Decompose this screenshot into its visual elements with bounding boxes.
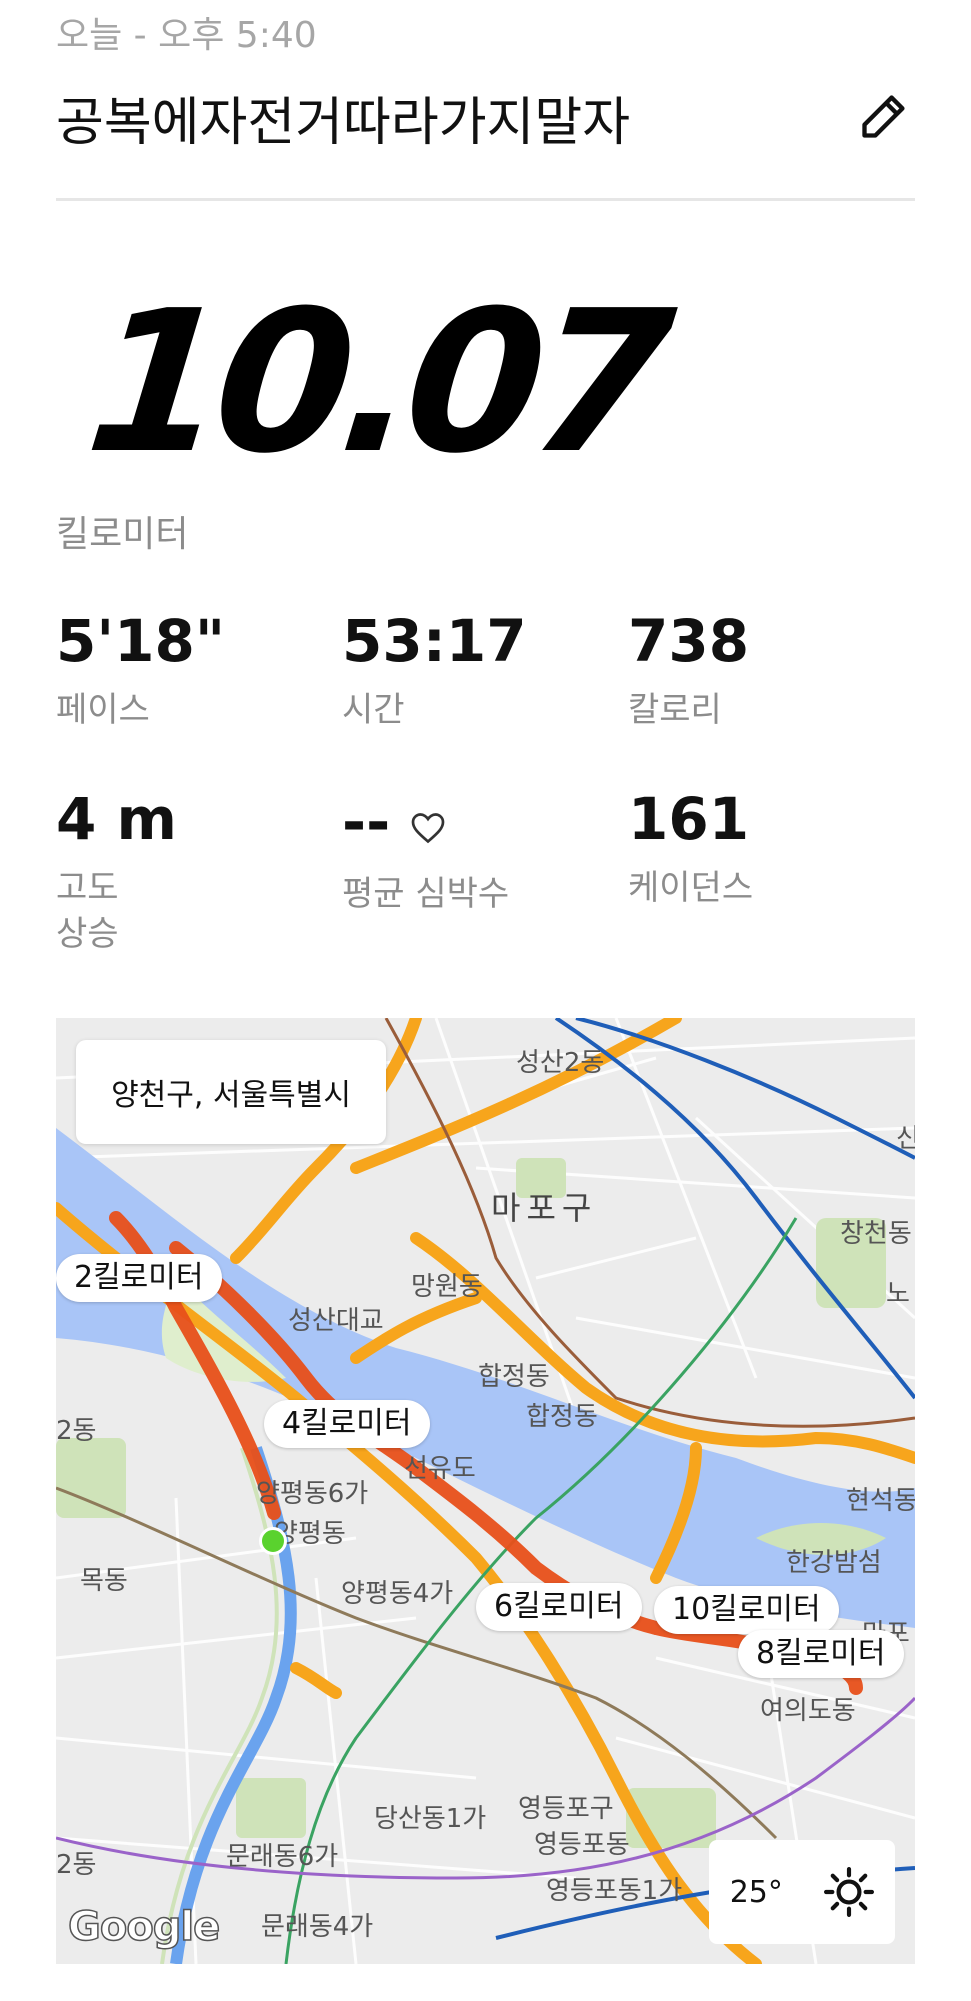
- map-label: 합정동: [526, 1402, 598, 1432]
- start-marker: [259, 1527, 287, 1555]
- map-label: 2동: [56, 1850, 97, 1880]
- divider: [56, 198, 915, 201]
- stat-label: 평균 심박수: [342, 874, 510, 914]
- heart-rate-value: --: [342, 788, 391, 856]
- stat-elevation: 4 m 고도 상승: [56, 790, 316, 958]
- heart-icon: [410, 796, 446, 854]
- km-marker-8: 8킬로미터: [738, 1630, 904, 1678]
- stat-value: 53:17: [342, 607, 527, 675]
- stat-label: 시간: [342, 690, 405, 730]
- stat-heart-rate: -- 평균 심박수: [342, 790, 602, 918]
- edit-button[interactable]: [852, 84, 916, 148]
- map-label: 노: [886, 1279, 910, 1309]
- stat-label: 고도 상승: [56, 868, 119, 954]
- map-label: 영등포동: [534, 1830, 630, 1860]
- map-label: 한강밤섬: [786, 1548, 882, 1578]
- stat-calories: 738 칼로리: [628, 612, 888, 734]
- stat-value: 161: [628, 785, 750, 853]
- map-label: 문래동4가: [261, 1912, 374, 1942]
- map-label: 선유도: [404, 1454, 476, 1484]
- map-label: 당산동1가: [374, 1804, 487, 1834]
- stat-value: 5'18": [56, 607, 226, 675]
- stat-cadence: 161 케이던스: [628, 790, 888, 912]
- km-marker-2: 2킬로미터: [56, 1254, 222, 1302]
- sun-icon: [824, 1867, 875, 1917]
- map-label: 문래동6가: [226, 1842, 339, 1872]
- km-marker-6: 6킬로미터: [476, 1583, 642, 1631]
- map-label: 성산대교: [288, 1306, 384, 1336]
- map-label: 신: [896, 1124, 915, 1154]
- google-logo: Google: [67, 1903, 221, 1951]
- map-label: 양평동4가: [341, 1579, 454, 1609]
- stat-label: 칼로리: [628, 690, 722, 730]
- stat-label: 페이스: [56, 690, 150, 730]
- stat-time: 53:17 시간: [342, 612, 602, 734]
- temperature: 25°: [729, 1874, 783, 1910]
- location-label: 양천구, 서울특별시: [76, 1040, 386, 1144]
- stat-value: 4 m: [56, 785, 177, 853]
- map-label: 마포구: [491, 1189, 598, 1227]
- map-label: 2동: [56, 1416, 97, 1446]
- map-label: 성산2동: [516, 1048, 605, 1078]
- timestamp: 오늘 - 오후 5:40: [56, 15, 317, 56]
- map-label: 영등포동1가: [546, 1876, 683, 1906]
- distance-value: 10.07: [78, 269, 673, 497]
- map-label: 목동: [80, 1566, 128, 1596]
- km-marker-10: 10킬로미터: [654, 1586, 839, 1634]
- map-label: 양평동6가: [256, 1479, 369, 1509]
- stat-label: 케이던스: [628, 868, 754, 908]
- map-label: 영등포구: [518, 1794, 614, 1824]
- stat-value: --: [342, 790, 602, 854]
- stat-pace: 5'18" 페이스: [56, 612, 316, 734]
- distance-unit: 킬로미터: [56, 514, 189, 555]
- map-label: 여의도동: [760, 1696, 856, 1726]
- pencil-icon: [862, 95, 905, 138]
- route-map[interactable]: 성산2동 마포구 창천동 망원동 성산대교 합정동 합정동 선유도 양평동6가 …: [56, 1018, 915, 1964]
- map-label: 합정동: [478, 1362, 550, 1392]
- km-marker-4: 4킬로미터: [264, 1400, 430, 1448]
- map-label: 현석동: [846, 1486, 915, 1516]
- map-label: 창천동: [840, 1219, 912, 1249]
- map-label: 망원동: [411, 1272, 483, 1302]
- weather-badge: 25°: [709, 1840, 895, 1944]
- run-title: 공복에자전거따라가지말자: [56, 93, 631, 153]
- stat-value: 738: [628, 607, 750, 675]
